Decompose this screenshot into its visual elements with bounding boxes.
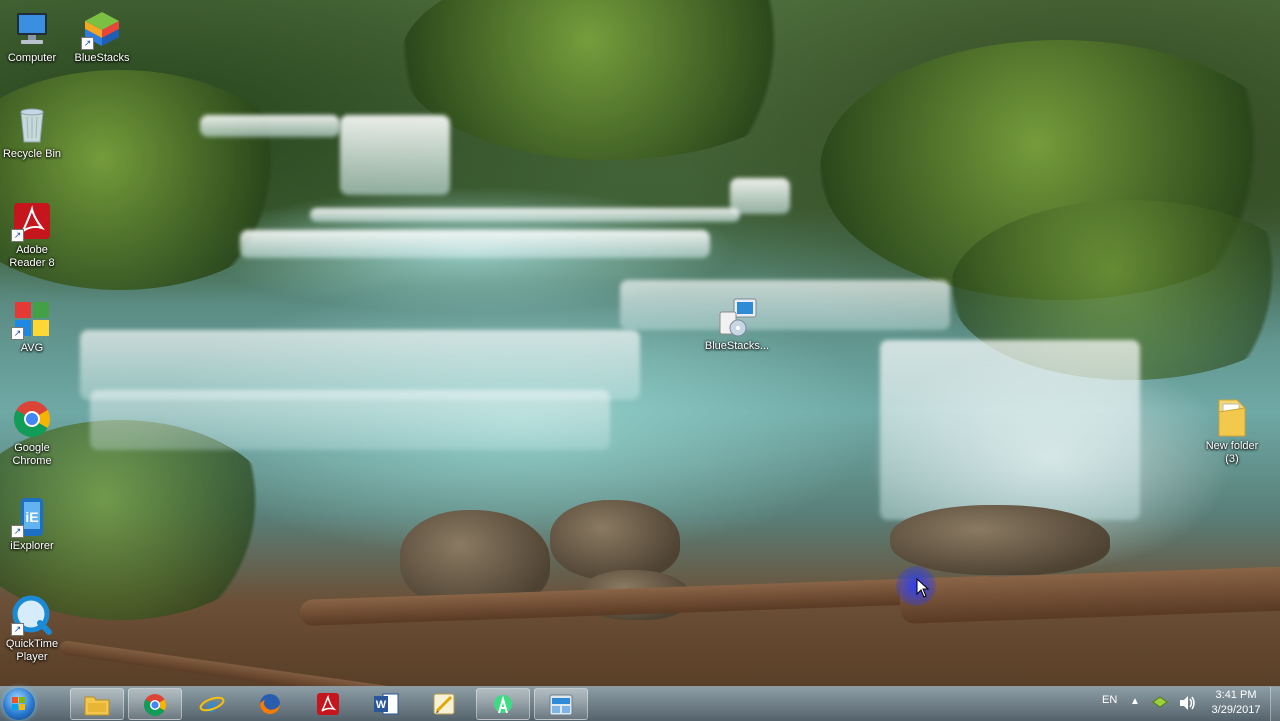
shortcut-arrow-icon: ↗ bbox=[11, 327, 24, 340]
svg-text:W: W bbox=[376, 699, 387, 711]
folder-icon bbox=[1211, 396, 1253, 438]
bluestacks-icon: ↗ bbox=[81, 8, 123, 50]
desktop-icon-new-folder[interactable]: New folder (3) bbox=[1196, 396, 1268, 466]
taskbar-firefox[interactable] bbox=[244, 688, 298, 720]
clock-date: 3/29/2017 bbox=[1211, 704, 1261, 716]
taskbar-windows-explorer[interactable] bbox=[70, 688, 124, 720]
language-indicator[interactable]: EN bbox=[1102, 694, 1117, 706]
iexplorer-icon: iE ↗ bbox=[11, 496, 53, 538]
desktop-icon-computer[interactable]: Computer bbox=[0, 8, 68, 65]
adobe-reader-icon bbox=[317, 693, 339, 715]
shortcut-arrow-icon: ↗ bbox=[11, 623, 24, 636]
desktop-icon-label: Adobe Reader 8 bbox=[9, 244, 55, 269]
quicktime-icon: ↗ bbox=[11, 594, 53, 636]
taskbar-adobe-reader[interactable] bbox=[302, 688, 356, 720]
desktop-icon-bluestacks[interactable]: ↗ BlueStacks bbox=[66, 8, 138, 65]
avg-icon: ↗ bbox=[11, 298, 53, 340]
shortcut-arrow-icon: ↗ bbox=[11, 229, 24, 242]
desktop-icon-label: BlueStacks bbox=[74, 52, 130, 64]
desktop-icon-label: Computer bbox=[7, 52, 57, 64]
windows-logo-icon bbox=[12, 697, 25, 710]
svg-text:iE: iE bbox=[25, 509, 38, 525]
desktop-icon-avg[interactable]: ↗ AVG bbox=[0, 298, 68, 355]
desktop-icon-label: Google Chrome bbox=[12, 442, 52, 467]
desktop-icon-label: QuickTime Player bbox=[5, 638, 59, 663]
adobe-reader-icon: ↗ bbox=[11, 200, 53, 242]
taskbar-bluestacks-installer[interactable] bbox=[534, 688, 588, 720]
desktop-icon-label: iExplorer bbox=[10, 540, 54, 552]
chrome-icon bbox=[144, 694, 166, 716]
chrome-icon bbox=[11, 398, 53, 440]
desktop-icon-google-chrome[interactable]: Google Chrome bbox=[0, 398, 68, 468]
sketch-icon bbox=[433, 693, 455, 715]
taskbar[interactable]: e W EN ▲ bbox=[0, 686, 1280, 721]
shortcut-arrow-icon: ↗ bbox=[11, 525, 24, 538]
internet-explorer-icon: e bbox=[199, 692, 225, 716]
windows-explorer-icon bbox=[84, 696, 110, 716]
desktop-icon-label: BlueStacks... bbox=[704, 340, 770, 352]
android-studio-icon bbox=[494, 695, 512, 714]
taskbar-sketch-app[interactable] bbox=[418, 688, 472, 720]
clock-time: 3:41 PM bbox=[1215, 689, 1257, 701]
computer-icon bbox=[11, 8, 53, 50]
desktop-icon-recycle-bin[interactable]: Recycle Bin bbox=[0, 104, 68, 161]
mouse-cursor-icon bbox=[916, 577, 930, 603]
taskbar-chrome[interactable] bbox=[128, 688, 182, 720]
show-hidden-icons-button[interactable]: ▲ bbox=[1130, 696, 1140, 707]
taskbar-word[interactable]: W bbox=[360, 688, 414, 720]
start-button[interactable] bbox=[3, 688, 35, 720]
desktop-icon-label: AVG bbox=[20, 342, 44, 354]
volume-icon[interactable] bbox=[1178, 695, 1196, 716]
taskbar-android-studio[interactable] bbox=[476, 688, 530, 720]
recycle-bin-icon bbox=[11, 104, 53, 146]
desktop-icon-bluestacks-installer[interactable]: BlueStacks... bbox=[702, 296, 772, 353]
installer-icon bbox=[716, 296, 758, 338]
bluestacks-installer-icon bbox=[549, 694, 573, 716]
network-icon[interactable] bbox=[1152, 695, 1168, 714]
shortcut-arrow-icon: ↗ bbox=[81, 37, 94, 50]
taskbar-clock[interactable]: 3:41 PM 3/29/2017 bbox=[1198, 688, 1274, 718]
desktop-icon-iexplorer[interactable]: iE ↗ iExplorer bbox=[0, 496, 68, 553]
taskbar-internet-explorer[interactable]: e bbox=[186, 688, 240, 720]
firefox-icon bbox=[260, 694, 280, 714]
desktop-icon-quicktime[interactable]: ↗ QuickTime Player bbox=[0, 594, 68, 664]
word-icon: W bbox=[374, 693, 399, 715]
desktop-icon-adobe-reader[interactable]: ↗ Adobe Reader 8 bbox=[0, 200, 68, 270]
svg-text:e: e bbox=[207, 692, 217, 716]
desktop-icon-label: New folder (3) bbox=[1205, 440, 1259, 465]
desktop-icon-label: Recycle Bin bbox=[2, 148, 62, 160]
desktop-wallpaper[interactable] bbox=[0, 0, 1280, 686]
